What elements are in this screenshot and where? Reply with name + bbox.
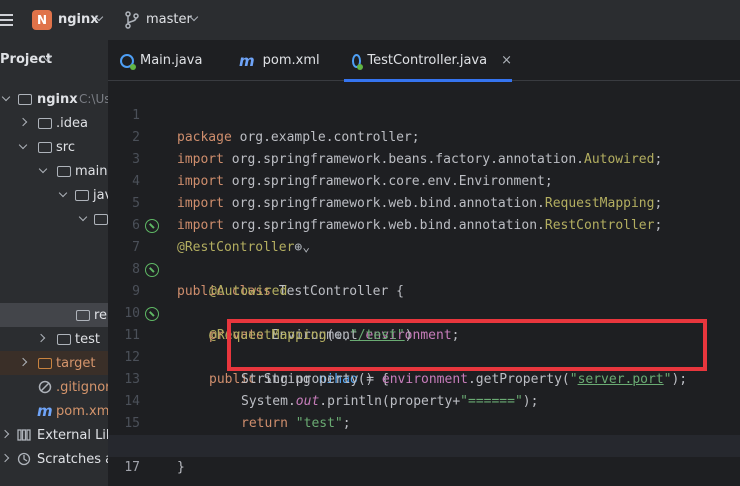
folder-icon <box>38 118 52 129</box>
folder-icon <box>38 142 52 153</box>
code-token: } <box>177 460 185 475</box>
code-line: 8 @Autowired <box>108 237 740 299</box>
scratches-icon <box>17 452 31 466</box>
chevron-down-icon[interactable] <box>58 188 68 198</box>
tab-label: Main.java <box>140 53 203 68</box>
branch-name[interactable]: master <box>146 12 192 27</box>
library-icon <box>17 429 31 441</box>
tree-item-resources[interactable]: re <box>0 303 108 327</box>
package-icon <box>94 214 108 225</box>
autowired-gutter-icon[interactable] <box>145 263 159 277</box>
tab-main-java[interactable]: Main.java <box>120 40 202 81</box>
tree-label: Scratches ar <box>37 451 108 467</box>
code-line: 4 import org.springframework.web.bind.an… <box>108 149 740 211</box>
chevron-right-icon[interactable] <box>0 453 10 463</box>
chevron-down-icon[interactable] <box>78 212 88 222</box>
tree-item-target[interactable]: target <box>0 351 108 375</box>
tree-item-external-libraries[interactable]: External Libr <box>0 423 108 447</box>
highlight-annotation-box <box>227 319 707 371</box>
maven-icon: m <box>239 51 255 70</box>
chevron-right-icon[interactable] <box>18 117 28 127</box>
tree-item-nginx[interactable]: nginx C:\Us <box>0 87 108 111</box>
folder-icon <box>57 334 71 345</box>
code-editor[interactable]: 1 package org.example.controller; 2 impo… <box>108 82 740 486</box>
chevron-down-icon[interactable] <box>1 92 11 102</box>
chevron-right-icon[interactable] <box>0 429 10 439</box>
branch-icon[interactable] <box>124 11 140 29</box>
line-number: 17 <box>124 460 140 475</box>
tree-item-gitignore[interactable]: .gitignor <box>0 375 108 399</box>
tab-label: TestController.java <box>367 53 488 68</box>
tab-testcontroller-java[interactable]: TestController.java × <box>344 40 512 82</box>
code-line: 7 public class TestController { <box>108 215 740 299</box>
code-line-current: 17 <box>108 435 740 475</box>
code-line: 6 @RestController⊕⌄ <box>108 193 740 255</box>
tree-label: main <box>75 163 108 179</box>
code-line: 5 import org.springframework.web.bind.an… <box>108 171 740 233</box>
tree-item-idea[interactable]: .idea <box>0 111 108 135</box>
java-class-icon <box>120 53 136 70</box>
tree-item-java[interactable]: jav <box>0 183 108 207</box>
code-line: 9 private Environment environment; <box>108 259 740 343</box>
bean-gutter-icon[interactable] <box>145 219 159 233</box>
folder-icon <box>38 358 52 369</box>
code-line: 10 @RequestMapping(⊕⌄"/test") <box>108 281 740 343</box>
tree-label: nginx <box>37 91 78 107</box>
title-bar: N nginx master <box>0 0 740 40</box>
tree-item-scratches[interactable]: Scratches ar <box>0 447 108 471</box>
code-line: 3 import org.springframework.core.env.En… <box>108 127 740 189</box>
project-name[interactable]: nginx <box>58 12 99 27</box>
editor-tabs: Main.java m pom.xml TestController.java … <box>108 40 740 82</box>
tree-label: target <box>56 355 96 371</box>
tree-item-pom[interactable]: m pom.xml <box>0 399 108 423</box>
project-badge[interactable]: N <box>32 10 52 30</box>
menu-icon[interactable] <box>0 0 20 40</box>
chevron-down-icon[interactable] <box>38 164 48 174</box>
code-line: 15 } <box>108 391 740 453</box>
tree-item-package[interactable] <box>0 207 108 231</box>
endpoint-gutter-icon[interactable] <box>145 307 159 321</box>
tree-item-main[interactable]: main <box>0 159 108 183</box>
chevron-right-icon[interactable] <box>18 357 28 367</box>
code-line: 1 package org.example.controller; <box>108 83 740 145</box>
code-line: 16 } <box>108 413 740 475</box>
tree-label: .gitignor <box>56 379 108 395</box>
tree-label: re <box>94 307 108 323</box>
folder-icon <box>57 166 71 177</box>
ignore-file-icon <box>38 380 52 394</box>
tree-label: src <box>56 139 75 155</box>
folder-icon <box>18 94 32 105</box>
tree-label: pom.xml <box>56 403 108 419</box>
tree-path: C:\Us <box>79 92 108 106</box>
chevron-down-icon[interactable] <box>18 140 28 150</box>
folder-icon <box>76 310 90 321</box>
project-panel: Project nginx C:\Us .idea src main jav <box>0 40 108 486</box>
tab-label: pom.xml <box>262 53 320 68</box>
tree-label: .idea <box>56 115 88 131</box>
tree-label: jav <box>93 187 108 203</box>
code-line: 14 return "test"; <box>108 369 740 431</box>
java-class-icon <box>352 53 364 70</box>
tree-label: test <box>75 331 100 347</box>
chevron-right-icon[interactable] <box>36 333 46 343</box>
code-line: 2 import org.springframework.beans.facto… <box>108 105 740 167</box>
tree-item-test[interactable]: test <box>0 327 108 351</box>
tab-pom-xml[interactable]: m pom.xml <box>239 40 320 81</box>
maven-icon: m <box>37 402 53 420</box>
close-icon[interactable]: × <box>501 53 512 68</box>
folder-icon <box>75 190 89 201</box>
tree-item-src[interactable]: src <box>0 135 108 159</box>
tree-label: External Libr <box>37 427 108 443</box>
